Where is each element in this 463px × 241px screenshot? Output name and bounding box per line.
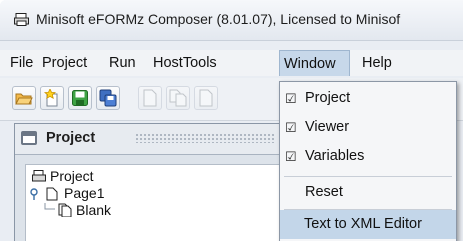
window-menu-item-reset[interactable]: Reset bbox=[280, 178, 456, 207]
new-page-button[interactable] bbox=[138, 86, 162, 110]
title-bar: Minisoft eFORMz Composer (8.01.07), Lice… bbox=[0, 0, 463, 41]
app-icon bbox=[14, 13, 29, 26]
menu-help[interactable]: Help bbox=[362, 50, 392, 76]
tree-node-label: Project bbox=[50, 168, 94, 184]
copy-page-button[interactable] bbox=[166, 86, 190, 110]
menu-item-label: Viewer bbox=[305, 119, 350, 135]
copy-page-icon bbox=[169, 89, 187, 107]
save-icon bbox=[72, 90, 88, 106]
menu-run[interactable]: Run bbox=[109, 50, 136, 76]
page-icon bbox=[199, 89, 213, 107]
save-all-button[interactable] bbox=[96, 86, 120, 110]
tree-node-label: Blank bbox=[76, 202, 112, 218]
save-button[interactable] bbox=[68, 86, 92, 110]
menu-separator bbox=[284, 176, 452, 177]
window-menu-item-project[interactable]: ☑ Project bbox=[280, 84, 456, 113]
menu-project[interactable]: Project bbox=[42, 50, 87, 76]
menu-item-label: Project bbox=[305, 90, 351, 106]
window-menu-dropdown: ☑ Project ☑ Viewer ☑ Variables Reset Tex… bbox=[279, 81, 457, 241]
page-icon bbox=[143, 89, 157, 107]
open-button[interactable] bbox=[12, 86, 36, 110]
checkbox-checked-icon: ☑ bbox=[285, 120, 297, 135]
menu-hosttools[interactable]: HostTools bbox=[153, 50, 217, 76]
tree-node-blank[interactable]: Blank bbox=[44, 202, 164, 221]
checkbox-checked-icon: ☑ bbox=[285, 149, 297, 164]
menu-item-label: Variables bbox=[305, 148, 365, 164]
window-menu-item-variables[interactable]: ☑ Variables bbox=[280, 142, 456, 171]
menu-bar: File Project Run HostTools Window Help bbox=[0, 50, 463, 76]
menu-item-label: Text to XML Editor bbox=[304, 216, 422, 232]
panel-drag-grip[interactable] bbox=[135, 133, 275, 143]
menu-item-label: Reset bbox=[305, 184, 343, 200]
page-icon bbox=[46, 187, 58, 201]
open-folder-icon bbox=[15, 93, 33, 105]
window-menu-item-text-to-xml-editor[interactable]: Text to XML Editor bbox=[280, 210, 456, 239]
window-menu-item-viewer[interactable]: ☑ Viewer bbox=[280, 113, 456, 142]
project-panel-title: Project bbox=[46, 130, 96, 146]
save-all-icon bbox=[99, 89, 117, 107]
application-window: Minisoft eFORMz Composer (8.01.07), Lice… bbox=[0, 0, 463, 241]
printer-icon bbox=[32, 170, 46, 182]
tree-expander-icon bbox=[30, 188, 38, 200]
panel-window-icon bbox=[21, 131, 37, 145]
window-title: Minisoft eFORMz Composer (8.01.07), Lice… bbox=[36, 11, 401, 27]
copy-page-icon bbox=[58, 203, 72, 217]
tree-node-label: Page1 bbox=[64, 185, 105, 201]
new-button[interactable] bbox=[40, 86, 64, 110]
tree-connector bbox=[44, 203, 55, 210]
checkbox-checked-icon: ☑ bbox=[285, 91, 297, 106]
page-button[interactable] bbox=[194, 86, 218, 110]
menu-window[interactable]: Window bbox=[279, 50, 350, 76]
new-star-icon bbox=[43, 89, 58, 107]
menu-file[interactable]: File bbox=[10, 50, 33, 76]
